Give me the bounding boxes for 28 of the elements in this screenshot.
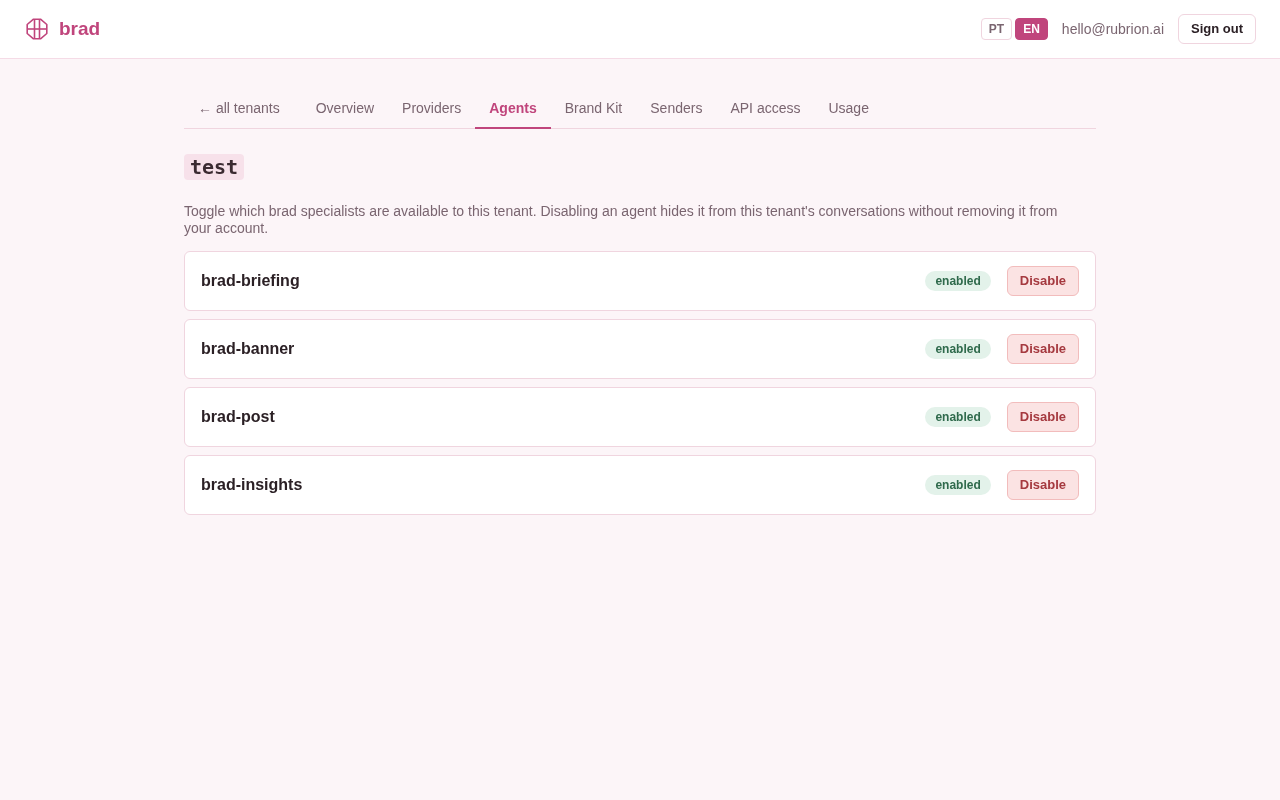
user-email: hello@rubrion.ai (1061, 21, 1164, 37)
logo-text: brad (59, 18, 101, 40)
nav-tab[interactable]: Providers (388, 89, 476, 129)
disable-button[interactable]: Disable (1006, 334, 1079, 364)
page-description: Toggle which brad specialists are available to this tenant. Disabling an agent hides it from this tenant's conversations without removing it from your account. (184, 203, 1059, 237)
status-badge: enabled (925, 475, 991, 495)
disable-button[interactable]: Disable (1006, 402, 1079, 432)
back-link[interactable]: ← all tenants (184, 89, 294, 129)
nav-tab[interactable]: API access (716, 89, 815, 129)
agent-name: brad-briefing (201, 272, 300, 290)
status-badge: enabled (925, 407, 991, 427)
language-button[interactable]: EN (1015, 18, 1048, 40)
agent-name: brad-insights (201, 476, 303, 494)
status-badge: enabled (925, 271, 991, 291)
nav-tab[interactable]: Usage (814, 89, 883, 129)
agent-name: brad-post (201, 408, 275, 426)
agent-name: brad-banner (201, 340, 295, 358)
language-button[interactable]: PT (980, 18, 1013, 40)
nav-tab[interactable]: Brand Kit (550, 89, 637, 129)
status-badge: enabled (925, 339, 991, 359)
disable-button[interactable]: Disable (1006, 266, 1079, 296)
nav-tab[interactable]: Agents (475, 89, 551, 129)
nav-tab[interactable]: Overview (301, 89, 389, 129)
tenant-name: test (184, 154, 245, 180)
logo-icon (26, 18, 48, 40)
sign-out-button[interactable]: Sign out (1178, 14, 1256, 44)
nav-tab[interactable]: Senders (636, 89, 717, 129)
disable-button[interactable]: Disable (1006, 470, 1079, 500)
